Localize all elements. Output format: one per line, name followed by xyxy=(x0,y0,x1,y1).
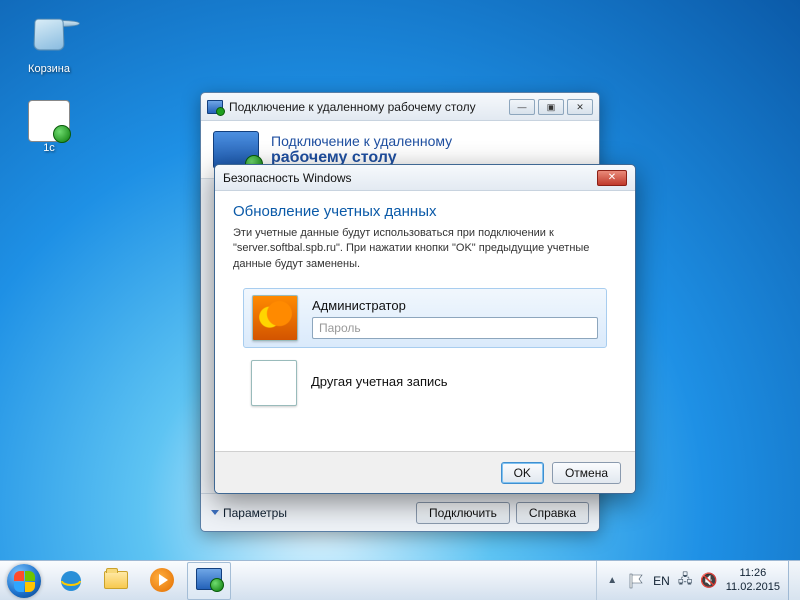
security-titlebar[interactable]: Безопасность Windows ✕ xyxy=(215,165,635,191)
desktop-icon-label: Корзина xyxy=(14,63,84,75)
desktop-icon-label: 1с xyxy=(14,142,84,154)
avatar xyxy=(251,360,297,406)
taskbar-item-explorer[interactable] xyxy=(95,562,139,600)
show-desktop-button[interactable] xyxy=(788,561,800,600)
security-title: Безопасность Windows xyxy=(223,171,352,185)
desktop-icon-recycle-bin[interactable]: Корзина xyxy=(14,12,84,75)
taskbar: ▲ EN 🖧 🔇 11:26 11.02.2015 xyxy=(0,560,800,600)
windows-logo-icon xyxy=(7,564,41,598)
action-center-icon[interactable] xyxy=(627,572,645,590)
taskbar-item-ie[interactable] xyxy=(49,562,93,600)
ie-icon xyxy=(58,568,84,594)
rdc-titlebar[interactable]: Подключение к удаленному рабочему столу … xyxy=(201,93,599,121)
security-footer: OK Отмена xyxy=(215,451,635,493)
rdc-monitor-icon xyxy=(213,131,259,169)
taskbar-item-media-player[interactable] xyxy=(141,562,185,600)
desktop-icon-onec[interactable]: 1с xyxy=(14,100,84,154)
ok-button[interactable]: OK xyxy=(501,462,544,484)
password-input[interactable] xyxy=(312,317,598,339)
clock[interactable]: 11:26 11.02.2015 xyxy=(726,567,780,593)
connect-button[interactable]: Подключить xyxy=(416,502,510,524)
desktop: Корзина 1с Подключение к удаленному рабо… xyxy=(0,0,800,600)
clock-time: 11:26 xyxy=(726,567,780,580)
recycle-bin-icon xyxy=(28,18,70,60)
system-tray: ▲ EN 🖧 🔇 11:26 11.02.2015 xyxy=(596,561,788,600)
rdc-close-button[interactable]: ✕ xyxy=(567,99,593,115)
credential-name: Другая учетная запись xyxy=(311,374,599,389)
rdc-options-toggle[interactable]: Параметры xyxy=(211,506,287,520)
start-button[interactable] xyxy=(0,561,48,600)
chevron-down-icon xyxy=(211,510,219,515)
help-button[interactable]: Справка xyxy=(516,502,589,524)
rdc-icon xyxy=(207,100,223,114)
credential-name: Администратор xyxy=(312,298,598,313)
rdc-footer: Параметры Подключить Справка xyxy=(201,493,599,531)
credential-list: Администратор Другая учетная запись xyxy=(243,288,607,412)
security-heading: Обновление учетных данных xyxy=(233,203,617,220)
network-icon[interactable]: 🖧 xyxy=(678,570,693,592)
cancel-button[interactable]: Отмена xyxy=(552,462,621,484)
media-player-icon xyxy=(150,568,176,594)
onec-icon xyxy=(28,100,70,142)
close-button[interactable]: ✕ xyxy=(597,170,627,186)
folder-icon xyxy=(104,568,130,594)
rdc-icon xyxy=(196,568,222,594)
minimize-button[interactable]: — xyxy=(509,99,535,115)
rdc-title: Подключение к удаленному рабочему столу xyxy=(229,100,476,114)
credential-item-admin[interactable]: Администратор xyxy=(243,288,607,348)
clock-date: 11.02.2015 xyxy=(726,581,780,594)
tray-overflow-button[interactable]: ▲ xyxy=(605,574,619,588)
security-body-text: Эти учетные данные будут использоваться … xyxy=(233,226,617,272)
taskbar-item-rdc[interactable] xyxy=(187,562,231,600)
avatar xyxy=(252,295,298,341)
rdc-banner-line1: Подключение к удаленному xyxy=(271,133,452,149)
credential-item-other[interactable]: Другая учетная запись xyxy=(243,354,607,412)
rdc-options-label: Параметры xyxy=(223,506,287,520)
language-indicator[interactable]: EN xyxy=(653,574,670,588)
volume-icon[interactable]: 🔇 xyxy=(700,572,717,589)
maximize-button[interactable]: ▣ xyxy=(538,99,564,115)
security-dialog: Безопасность Windows ✕ Обновление учетны… xyxy=(214,164,636,494)
